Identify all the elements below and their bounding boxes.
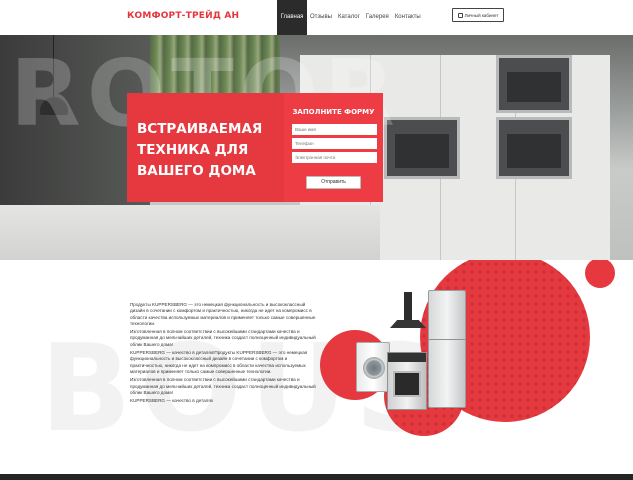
stove-cooktop (388, 353, 426, 362)
nav-item-home[interactable]: Главная (277, 0, 307, 35)
about-paragraph: KUPPERSBERG — качество в деталях!Продукт… (130, 350, 308, 374)
fridge-split (429, 339, 465, 340)
request-form: ЗАПОЛНИТЕ ФОРМУ Отправить (284, 93, 383, 202)
stove-oven-window (393, 371, 421, 397)
main-nav: Главная Отзывы Каталог Галерея Контакты (277, 0, 424, 35)
email-input[interactable] (292, 152, 377, 163)
nav-item-gallery[interactable]: Галерея (363, 0, 392, 35)
oven-window (507, 134, 561, 168)
phone-input[interactable] (292, 138, 377, 149)
hero-banner: ROTOR ВСТРАИВАЕМАЯ ТЕХНИКА ДЛЯ ВАШЕГО ДО… (0, 35, 633, 260)
submit-button[interactable]: Отправить (306, 176, 361, 189)
cooker-hood-chimney (404, 292, 412, 322)
user-icon (457, 12, 463, 18)
form-title: ЗАПОЛНИТЕ ФОРМУ (292, 108, 375, 116)
header: КОМФОРТ-ТРЕЙД АН Главная Отзывы Каталог … (0, 0, 633, 35)
hero-title: ВСТРАИВАЕМАЯ ТЕХНИКА ДЛЯ ВАШЕГО ДОМА (137, 121, 263, 179)
about-paragraph: Изготовленная в полном соответствии с вы… (130, 329, 316, 347)
about-paragraph: KUPPERSBERG — качество в деталях (130, 398, 214, 404)
site-logo[interactable]: КОМФОРТ-ТРЕЙД АН (127, 11, 239, 21)
refrigerator-image (428, 290, 466, 408)
kitchen-counter (0, 205, 380, 260)
decor-circle-small (585, 260, 615, 288)
nav-item-reviews[interactable]: Отзывы (307, 0, 335, 35)
about-paragraph: Продукты KUPPERSBERG — это немецкая функ… (130, 302, 316, 326)
name-input[interactable] (292, 124, 377, 135)
about-text: Продукты KUPPERSBERG — это немецкая функ… (130, 302, 320, 406)
nav-item-catalog[interactable]: Каталог (335, 0, 363, 35)
built-in-oven (496, 55, 572, 113)
about-paragraph: Изготовленная в полном соответствии с вы… (130, 377, 316, 395)
about-section: BOUS Продукты KUPPERSBERG — это немецкая… (0, 260, 633, 474)
footer-bar (0, 474, 633, 480)
promo-block: ВСТРАИВАЕМАЯ ТЕХНИКА ДЛЯ ВАШЕГО ДОМА (127, 93, 284, 202)
oven-window (395, 134, 449, 168)
stove-image (387, 352, 427, 410)
personal-cabinet-button[interactable]: Личный кабинет (452, 8, 504, 22)
washing-machine-image (356, 342, 390, 392)
washer-door (363, 357, 385, 379)
personal-cabinet-label: Личный кабинет (464, 12, 499, 18)
oven-window (507, 72, 561, 102)
built-in-oven (496, 117, 572, 179)
nav-item-contacts[interactable]: Контакты (392, 0, 424, 35)
